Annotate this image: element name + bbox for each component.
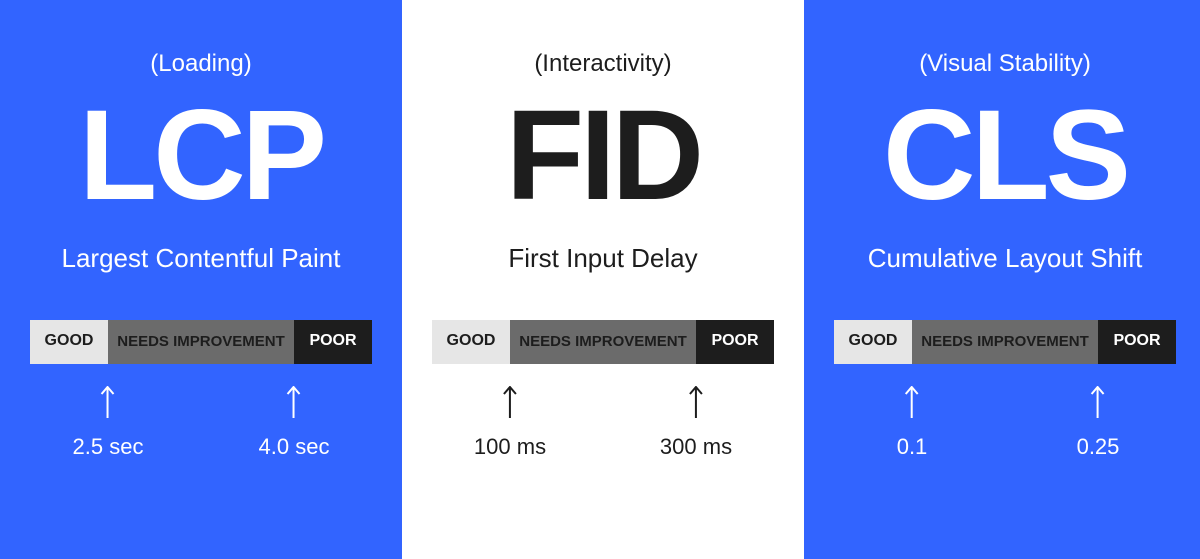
scale-segment-needs-improvement: NEEDS IMPROVEMENT [912,320,1098,364]
threshold-good-label: 2.5 sec [73,434,144,460]
metric-category: (Interactivity) [534,50,671,78]
arrow-up-icon [503,386,517,418]
scale-segment-good: GOOD [834,320,912,364]
metric-fullname: Cumulative Layout Shift [868,243,1143,274]
metric-fullname: First Input Delay [508,243,697,274]
metric-category: (Visual Stability) [919,50,1091,78]
threshold-scale: GOOD NEEDS IMPROVEMENT POOR [432,320,774,364]
threshold-poor-marker: 0.25 [1077,386,1120,460]
arrow-up-icon [1091,386,1105,418]
threshold-good-marker: 100 ms [474,386,546,460]
scale-segment-poor: POOR [294,320,372,364]
threshold-poor-marker: 4.0 sec [259,386,330,460]
arrow-up-icon [905,386,919,418]
arrow-up-icon [287,386,301,418]
metric-panel-cls: (Visual Stability) CLS Cumulative Layout… [804,0,1200,559]
threshold-poor-label: 300 ms [660,434,732,460]
metric-fullname: Largest Contentful Paint [62,243,341,274]
metric-panel-fid: (Interactivity) FID First Input Delay GO… [402,0,804,559]
scale-segment-poor: POOR [1098,320,1176,364]
arrow-up-icon [689,386,703,418]
metric-acronym: CLS [883,86,1127,227]
threshold-good-marker: 2.5 sec [73,386,144,460]
threshold-good-marker: 0.1 [897,386,928,460]
threshold-markers: 0.1 0.25 [834,386,1176,466]
arrow-up-icon [101,386,115,418]
metric-category: (Loading) [150,50,251,78]
threshold-scale: GOOD NEEDS IMPROVEMENT POOR [834,320,1176,364]
threshold-good-label: 0.1 [897,434,928,460]
threshold-scale: GOOD NEEDS IMPROVEMENT POOR [30,320,372,364]
threshold-good-label: 100 ms [474,434,546,460]
metric-acronym: FID [506,86,700,227]
threshold-poor-label: 0.25 [1077,434,1120,460]
threshold-markers: 100 ms 300 ms [432,386,774,466]
scale-segment-good: GOOD [432,320,510,364]
scale-segment-good: GOOD [30,320,108,364]
scale-segment-needs-improvement: NEEDS IMPROVEMENT [108,320,294,364]
threshold-poor-marker: 300 ms [660,386,732,460]
threshold-markers: 2.5 sec 4.0 sec [30,386,372,466]
scale-segment-needs-improvement: NEEDS IMPROVEMENT [510,320,696,364]
metric-panel-lcp: (Loading) LCP Largest Contentful Paint G… [0,0,402,559]
metric-acronym: LCP [79,86,323,227]
scale-segment-poor: POOR [696,320,774,364]
threshold-poor-label: 4.0 sec [259,434,330,460]
